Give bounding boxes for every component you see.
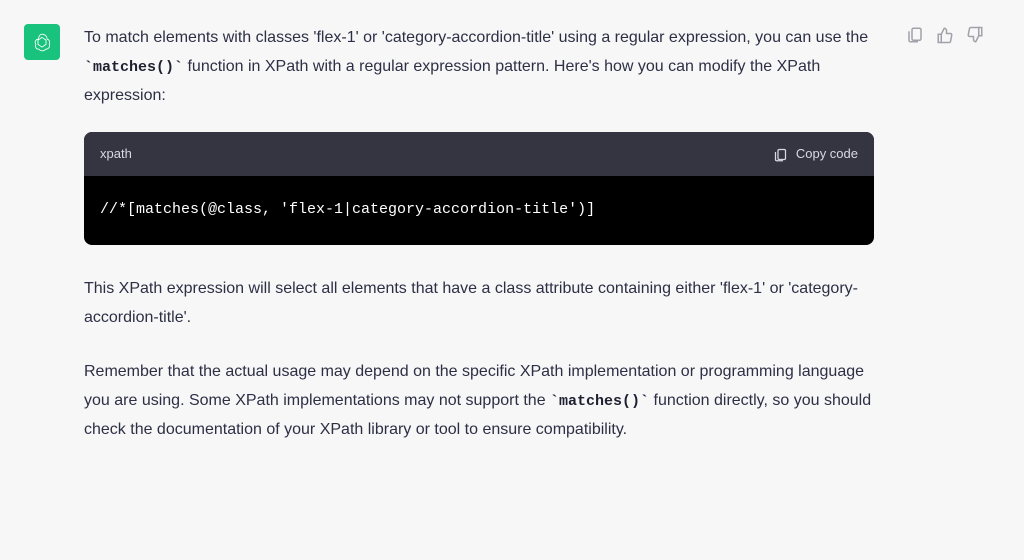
- intro-paragraph: To match elements with classes 'flex-1' …: [84, 24, 874, 110]
- code-lang-label: xpath: [100, 142, 132, 165]
- copy-code-button[interactable]: Copy code: [773, 142, 858, 165]
- intro-text-1: To match elements with classes 'flex-1' …: [84, 29, 868, 46]
- intro-text-2: function in XPath with a regular express…: [84, 58, 820, 104]
- note-paragraph: Remember that the actual usage may depen…: [84, 358, 874, 444]
- thumbs-down-button[interactable]: [966, 26, 984, 44]
- assistant-avatar: [24, 24, 60, 60]
- code-block-header: xpath Copy code: [84, 132, 874, 175]
- message-actions: [906, 24, 984, 449]
- openai-logo-icon: [31, 31, 53, 53]
- code-block: xpath Copy code //*[matches(@class, 'fle…: [84, 132, 874, 244]
- assistant-message-row: To match elements with classes 'flex-1' …: [0, 0, 1024, 449]
- clipboard-icon: [773, 147, 788, 162]
- inline-code-matches: `matches()`: [84, 59, 183, 76]
- after-paragraph: This XPath expression will select all el…: [84, 275, 874, 333]
- assistant-message-body: To match elements with classes 'flex-1' …: [84, 24, 874, 449]
- clipboard-icon: [906, 26, 924, 44]
- thumbs-up-button[interactable]: [936, 26, 954, 44]
- copy-code-label: Copy code: [796, 142, 858, 165]
- copy-message-button[interactable]: [906, 26, 924, 44]
- thumbs-up-icon: [936, 26, 954, 44]
- inline-code-matches-2: `matches()`: [550, 393, 649, 410]
- code-content: //*[matches(@class, 'flex-1|category-acc…: [84, 176, 874, 245]
- thumbs-down-icon: [966, 26, 984, 44]
